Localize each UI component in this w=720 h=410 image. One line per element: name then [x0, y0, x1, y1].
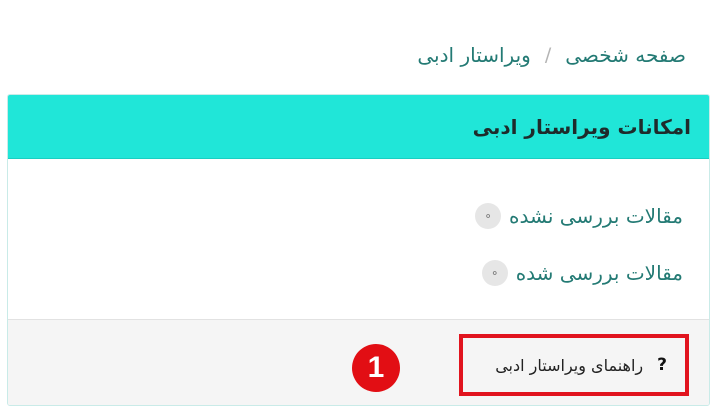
breadcrumb-current: ویراستار ادبی — [417, 43, 531, 67]
reviewed-articles-link[interactable]: مقالات بررسی شده ⚬ — [481, 258, 683, 288]
unreviewed-articles-link[interactable]: مقالات بررسی نشده ⚬ — [475, 201, 683, 231]
circle-bullet-icon: ⚬ — [475, 203, 502, 229]
card-title: امکانات ویراستار ادبی — [8, 95, 709, 159]
annotation-number-badge: 1 — [352, 344, 400, 392]
menu-item-label: مقالات بررسی نشده — [509, 204, 683, 228]
card-body: مقالات بررسی نشده ⚬ مقالات بررسی شده ⚬ — [8, 159, 709, 319]
card-footer: ? راهنمای ویراستار ادبی 1 — [8, 319, 709, 405]
guide-label: راهنمای ویراستار ادبی — [495, 355, 644, 375]
menu-item-label: مقالات بررسی شده — [515, 261, 683, 285]
breadcrumb-separator: / — [544, 44, 552, 66]
circle-bullet-icon: ⚬ — [481, 260, 508, 286]
breadcrumb-home-link[interactable]: صفحه شخصی — [565, 43, 686, 67]
breadcrumb: صفحه شخصی / ویراستار ادبی — [417, 40, 686, 70]
literary-editor-guide-link[interactable]: ? راهنمای ویراستار ادبی — [459, 334, 689, 396]
features-card: امکانات ویراستار ادبی مقالات بررسی نشده … — [7, 94, 710, 406]
question-mark-icon: ? — [657, 355, 667, 375]
